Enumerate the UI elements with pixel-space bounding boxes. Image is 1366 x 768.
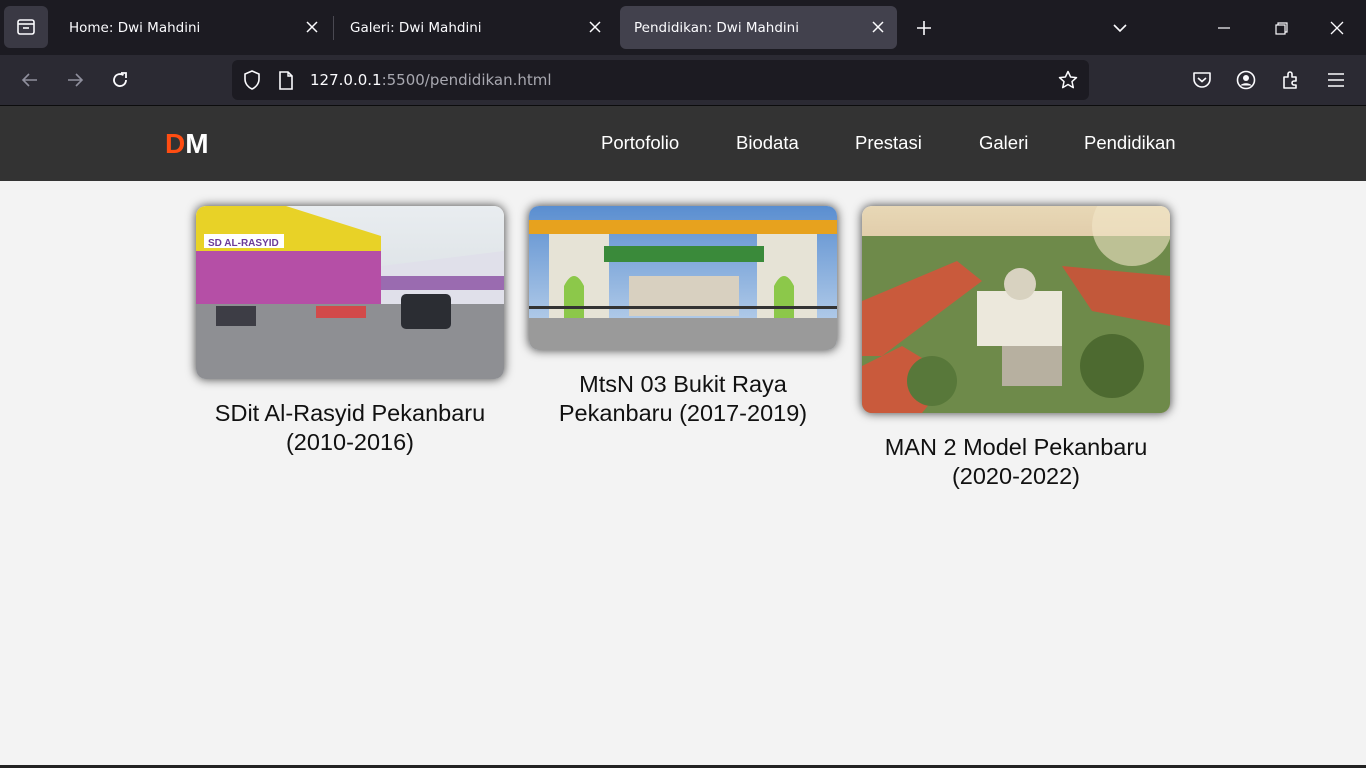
school-name: SDit Al-Rasyid Pekanbaru (2010-2016) (196, 399, 504, 457)
close-icon (872, 21, 884, 33)
bookmark-button[interactable] (1056, 68, 1080, 92)
url-path: :5500/pendidikan.html (381, 71, 552, 89)
school-photo-man2 (862, 206, 1170, 413)
reload-button[interactable] (106, 66, 134, 94)
close-window-button[interactable] (1323, 14, 1351, 42)
nav-link-biodata[interactable]: Biodata (736, 132, 799, 154)
restore-icon (1274, 21, 1288, 35)
school-name-line2: (2020-2022) (951, 463, 1081, 489)
tab-list-icon (17, 19, 35, 35)
hamburger-icon (1328, 73, 1344, 87)
browser-tab-bar: Home: Dwi Mahdini Galeri: Dwi Mahdini Pe… (0, 0, 1366, 55)
nav-link-prestasi[interactable]: Prestasi (855, 132, 922, 154)
shield-icon (244, 70, 260, 90)
page-icon (279, 70, 293, 90)
logo-letter-d: D (165, 128, 186, 159)
list-all-tabs-button[interactable] (1106, 14, 1134, 42)
tab-list-button[interactable] (4, 6, 48, 48)
chevron-down-icon (1113, 24, 1127, 33)
tab-title: Pendidikan: Dwi Mahdini (634, 19, 799, 36)
minimize-icon (1218, 27, 1230, 29)
url-host: 127.0.0.1 (310, 71, 382, 89)
logo-letter-m: M (185, 128, 209, 159)
extensions-button[interactable] (1277, 66, 1305, 94)
tab-home[interactable]: Home: Dwi Mahdini (55, 6, 331, 49)
school-name-line2: (2010-2016) (285, 429, 415, 455)
tab-close-button[interactable] (869, 18, 887, 36)
school-card: MtsN 03 Bukit Raya Pekanbaru (2017-2019) (529, 206, 837, 428)
pocket-icon (1193, 72, 1211, 88)
url-bar[interactable]: 127.0.0.1:5500/pendidikan.html (232, 60, 1089, 100)
tab-separator (333, 16, 334, 40)
pocket-button[interactable] (1188, 66, 1216, 94)
forward-button[interactable] (61, 66, 89, 94)
nav-link-pendidikan[interactable]: Pendidikan (1084, 132, 1176, 154)
nav-link-portofolio[interactable]: Portofolio (601, 132, 679, 154)
tab-galeri[interactable]: Galeri: Dwi Mahdini (336, 6, 614, 49)
reload-icon (113, 72, 127, 87)
url-text[interactable]: 127.0.0.1:5500/pendidikan.html (310, 71, 552, 89)
tab-close-button[interactable] (586, 18, 604, 36)
nav-link-galeri[interactable]: Galeri (979, 132, 1028, 154)
close-icon (306, 21, 318, 33)
account-icon (1236, 70, 1256, 90)
school-photo-mtsn (529, 206, 837, 350)
school-name: MtsN 03 Bukit Raya Pekanbaru (2017-2019) (529, 370, 837, 428)
school-name-line2: Pekanbaru (2017-2019) (558, 400, 808, 426)
minimize-button[interactable] (1210, 14, 1238, 42)
browser-toolbar: 127.0.0.1:5500/pendidikan.html (0, 55, 1366, 106)
tab-close-button[interactable] (303, 18, 321, 36)
back-button[interactable] (16, 66, 44, 94)
restore-button[interactable] (1267, 14, 1295, 42)
school-photo-sdit: SD AL-RASYID (196, 206, 504, 379)
plus-icon (917, 21, 931, 35)
star-icon (1058, 70, 1078, 89)
menu-button[interactable] (1322, 66, 1350, 94)
arrow-right-icon (68, 73, 84, 87)
close-icon (589, 21, 601, 33)
school-name-line1: MtsN 03 Bukit Raya (579, 371, 787, 397)
school-card: MAN 2 Model Pekanbaru (2020-2022) (862, 206, 1170, 491)
tab-pendidikan[interactable]: Pendidikan: Dwi Mahdini (620, 6, 897, 49)
site-logo[interactable]: DM (165, 128, 209, 160)
school-name-line1: SDit Al-Rasyid Pekanbaru (214, 400, 486, 426)
school-name: MAN 2 Model Pekanbaru (2020-2022) (862, 433, 1170, 491)
school-card: SD AL-RASYID SDit Al-Rasyid Pekanbaru (2… (196, 206, 504, 457)
tab-title: Home: Dwi Mahdini (69, 19, 201, 36)
site-header: DM Portofolio Biodata Prestasi Galeri Pe… (0, 106, 1366, 181)
account-button[interactable] (1232, 66, 1260, 94)
new-tab-button[interactable] (910, 14, 938, 42)
school-name-line1: MAN 2 Model Pekanbaru (884, 434, 1148, 460)
page-info-button[interactable] (274, 68, 298, 92)
tab-title: Galeri: Dwi Mahdini (350, 19, 482, 36)
close-icon (1330, 21, 1344, 35)
puzzle-icon (1283, 71, 1297, 89)
arrow-left-icon (21, 73, 37, 87)
svg-text:SD AL-RASYID: SD AL-RASYID (208, 238, 279, 249)
tracking-protection-button[interactable] (240, 68, 264, 92)
